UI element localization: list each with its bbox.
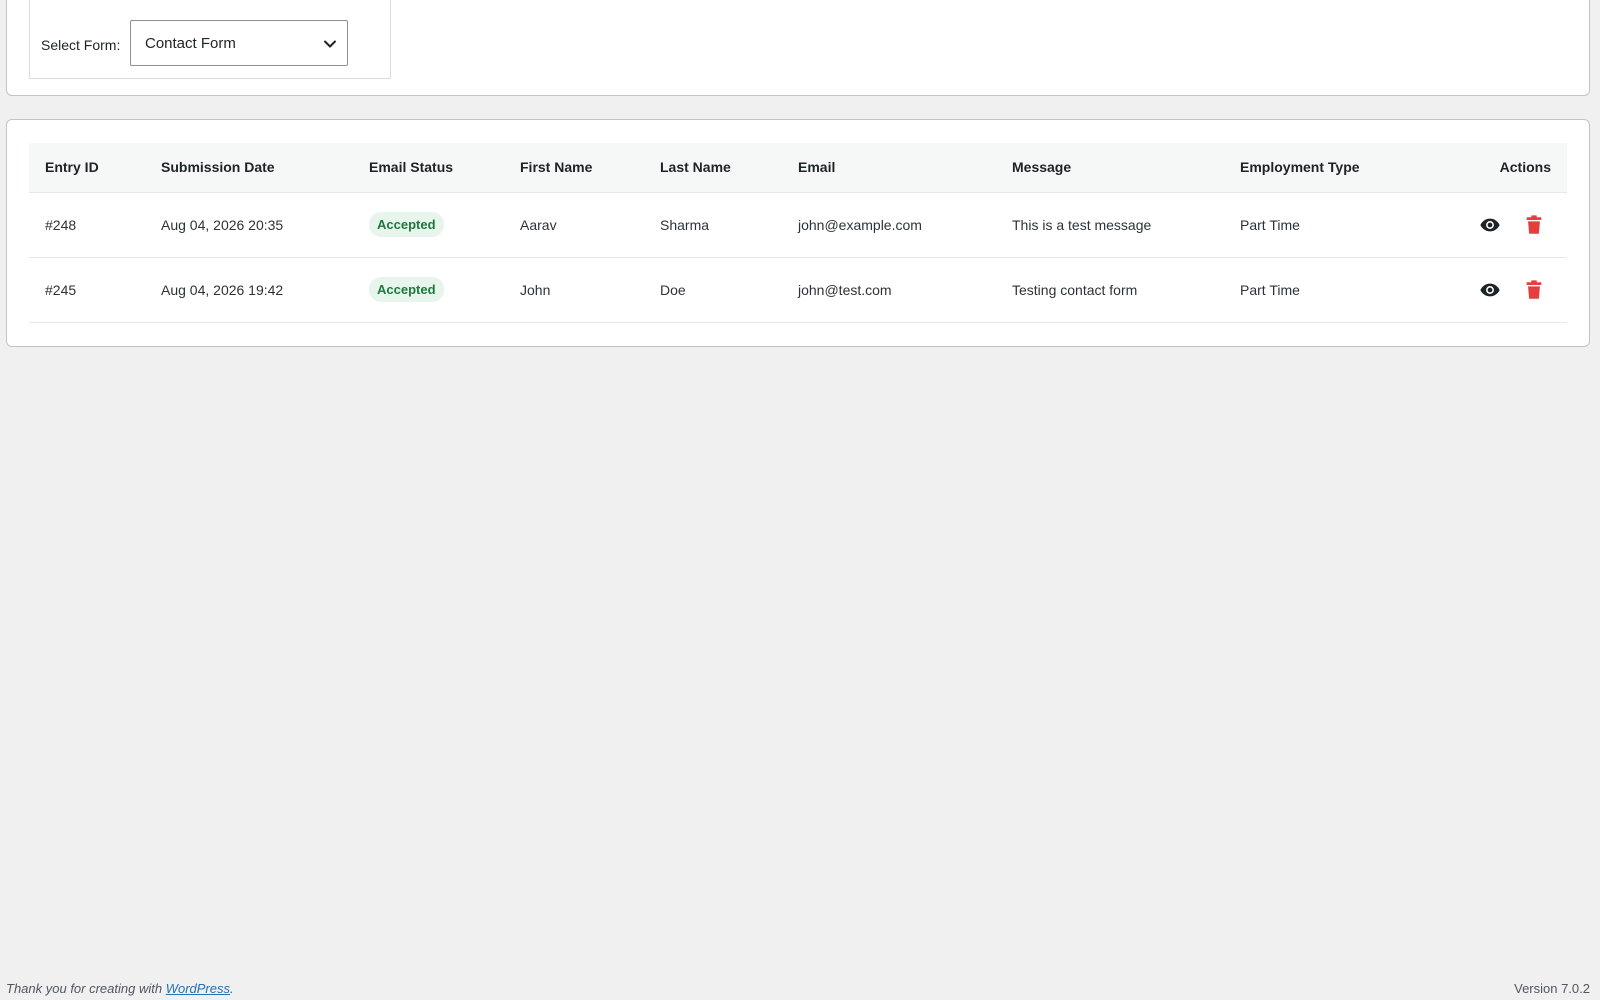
cell-employment-type: Part Time — [1224, 192, 1414, 258]
footer-thanks-text: Thank you for creating with — [6, 981, 166, 996]
trash-icon — [1526, 214, 1542, 234]
footer-version: Version 7.0.2 — [1514, 981, 1590, 996]
trash-icon — [1526, 279, 1542, 299]
entries-card: Entry ID Submission Date Email Status Fi… — [6, 119, 1590, 347]
cell-submission-date: Aug 04, 2026 19:42 — [145, 257, 353, 323]
cell-actions — [1414, 192, 1567, 258]
cell-actions — [1414, 257, 1567, 323]
cell-email-status: Accepted — [353, 192, 504, 258]
delete-entry-button[interactable] — [1523, 214, 1545, 236]
eye-icon — [1480, 283, 1500, 296]
footer-thanks-suffix: . — [230, 981, 234, 996]
cell-submission-date: Aug 04, 2026 20:35 — [145, 192, 353, 258]
status-badge: Accepted — [369, 277, 444, 302]
header-email-status: Email Status — [353, 143, 504, 193]
table-row: #248 Aug 04, 2026 20:35 Accepted Aarav S… — [29, 192, 1567, 258]
header-entry-id: Entry ID — [29, 143, 145, 193]
cell-message: This is a test message — [996, 192, 1224, 258]
wordpress-link[interactable]: WordPress — [166, 981, 230, 996]
header-actions: Actions — [1414, 143, 1567, 193]
entries-table: Entry ID Submission Date Email Status Fi… — [29, 143, 1567, 323]
form-filter-box: Select Form: Contact Form — [29, 0, 391, 79]
cell-message: Testing contact form — [996, 257, 1224, 323]
header-message: Message — [996, 143, 1224, 193]
filter-card: Select Form: Contact Form — [6, 0, 1590, 96]
eye-icon — [1480, 218, 1500, 231]
cell-first-name: John — [504, 257, 644, 323]
header-last-name: Last Name — [644, 143, 782, 193]
cell-first-name: Aarav — [504, 192, 644, 258]
header-email: Email — [782, 143, 996, 193]
cell-employment-type: Part Time — [1224, 257, 1414, 323]
header-submission-date: Submission Date — [145, 143, 353, 193]
header-employment-type: Employment Type — [1224, 143, 1414, 193]
cell-email-status: Accepted — [353, 257, 504, 323]
select-form-label: Select Form: — [41, 37, 121, 53]
header-first-name: First Name — [504, 143, 644, 193]
cell-entry-id: #248 — [29, 192, 145, 258]
form-select-dropdown[interactable]: Contact Form — [130, 20, 348, 66]
table-header-row: Entry ID Submission Date Email Status Fi… — [29, 143, 1567, 193]
page: Select Form: Contact Form Entry ID Submi… — [0, 0, 1600, 1000]
table-row: #245 Aug 04, 2026 19:42 Accepted John Do… — [29, 257, 1567, 323]
cell-last-name: Doe — [644, 257, 782, 323]
cell-entry-id: #245 — [29, 257, 145, 323]
cell-email: john@test.com — [782, 257, 996, 323]
chevron-down-icon — [323, 37, 337, 51]
cell-email: john@example.com — [782, 192, 996, 258]
form-select-value: Contact Form — [145, 35, 236, 52]
status-badge: Accepted — [369, 212, 444, 237]
delete-entry-button[interactable] — [1523, 279, 1545, 301]
view-entry-button[interactable] — [1479, 214, 1501, 236]
footer-thanks: Thank you for creating with WordPress. — [6, 981, 234, 996]
view-entry-button[interactable] — [1479, 279, 1501, 301]
cell-last-name: Sharma — [644, 192, 782, 258]
